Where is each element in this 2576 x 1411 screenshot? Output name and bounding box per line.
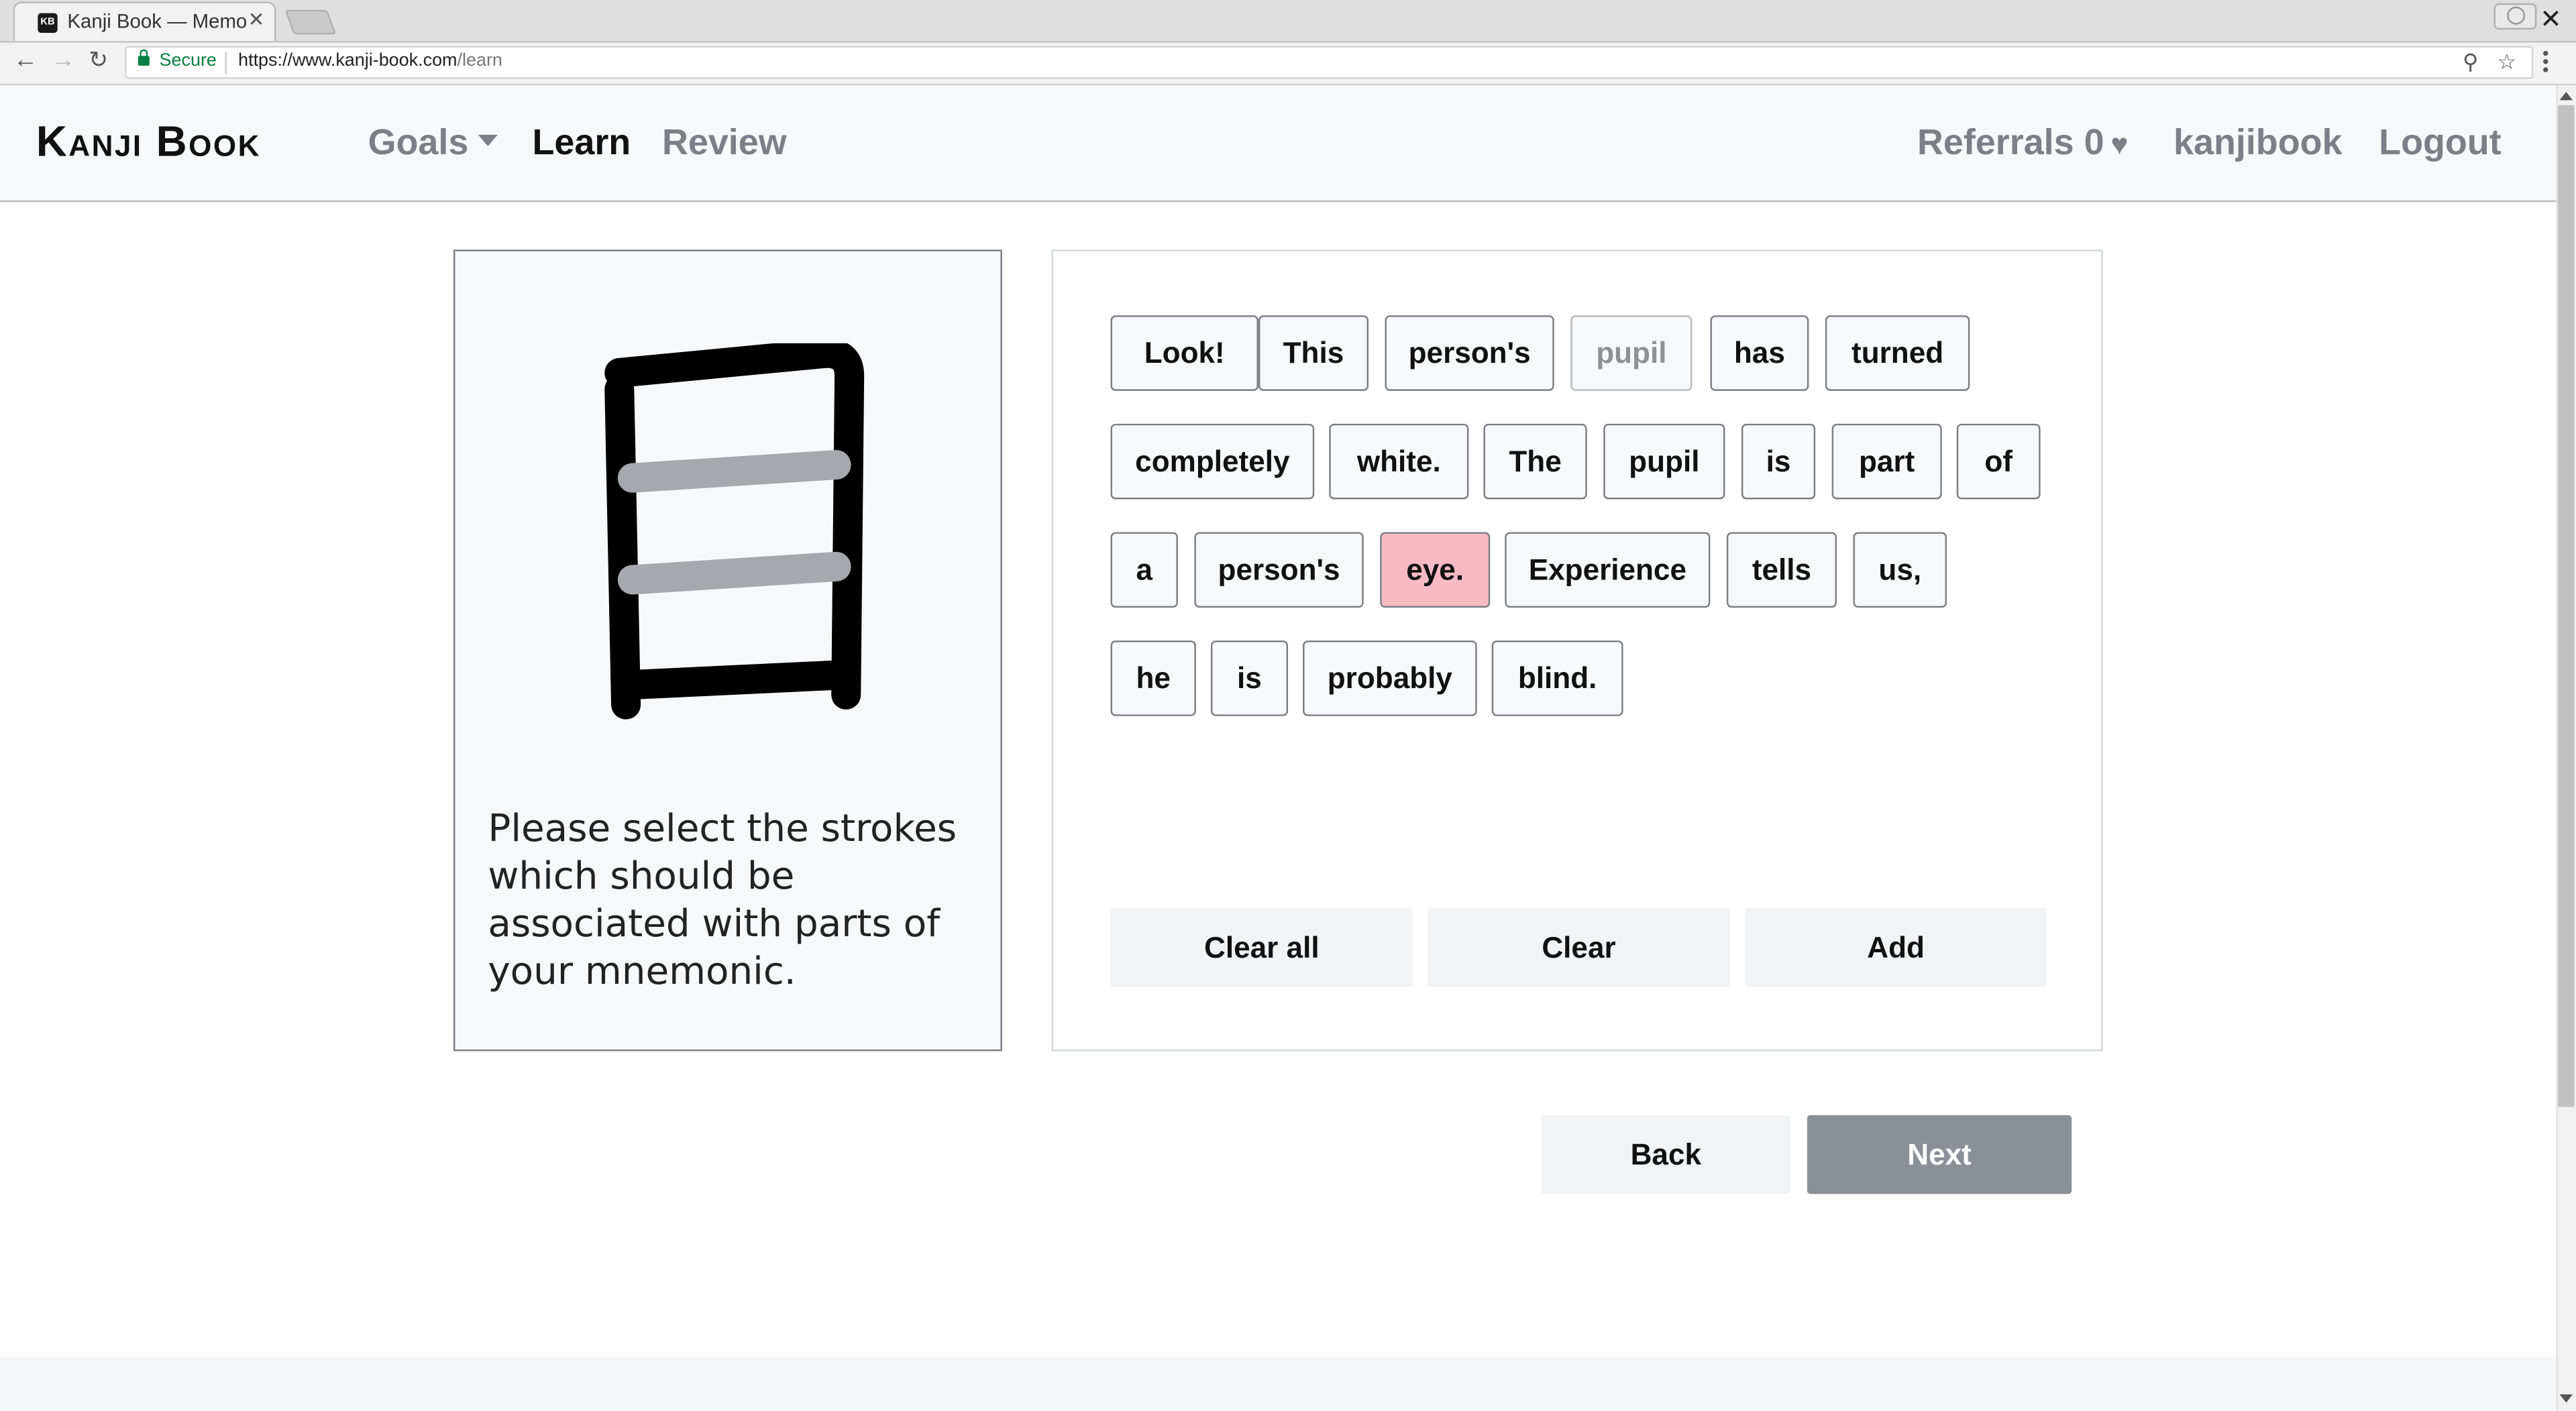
nav-referrals[interactable]: Referrals 0 ♥: [1917, 121, 2129, 164]
stroke-3[interactable]: [617, 450, 851, 493]
zoom-icon[interactable]: ⚲: [2463, 49, 2478, 75]
url-divider: [225, 52, 227, 74]
stroke-2[interactable]: [604, 343, 865, 710]
forward-arrow-icon[interactable]: →: [51, 46, 76, 74]
url-path: /learn: [457, 50, 502, 71]
tab-title: Kanji Book — Memo: [67, 9, 248, 33]
bookmark-star-icon[interactable]: ☆: [2497, 49, 2516, 75]
url-host: https://www.kanji-book.com: [238, 50, 458, 71]
mnemonic-word-chip[interactable]: us,: [1853, 532, 1947, 608]
nav-goals[interactable]: Goals: [368, 121, 498, 164]
favicon-icon: KB: [38, 13, 58, 33]
clear-all-button[interactable]: Clear all: [1110, 908, 1413, 987]
mnemonic-word-chip[interactable]: a: [1110, 532, 1178, 608]
browser-tab[interactable]: KB Kanji Book — Memo ✕: [13, 1, 276, 42]
tab-close-icon[interactable]: ✕: [248, 8, 265, 31]
mnemonic-word-chip[interactable]: eye.: [1380, 532, 1491, 608]
stroke-instruction: Please select the strokes which should b…: [488, 807, 957, 994]
mnemonic-word-chip[interactable]: Experience: [1505, 532, 1711, 608]
mnemonic-word-chip[interactable]: turned: [1825, 315, 1970, 391]
browser-menu-icon[interactable]: [2543, 50, 2548, 74]
back-arrow-icon[interactable]: ←: [13, 46, 38, 74]
mnemonic-word-chip[interactable]: tells: [1726, 532, 1837, 608]
scroll-down-arrow-icon[interactable]: [2559, 1394, 2573, 1403]
page-footer: [0, 1356, 2557, 1411]
scroll-up-arrow-icon[interactable]: [2559, 92, 2573, 101]
kanji-stroke-diagram: [604, 343, 865, 720]
mnemonic-word-chip[interactable]: he: [1110, 640, 1196, 716]
mnemonic-word-chip[interactable]: Look!: [1110, 315, 1258, 391]
window-close-icon[interactable]: ✕: [2540, 3, 2562, 36]
mnemonic-word-chip[interactable]: The: [1483, 423, 1587, 500]
mnemonic-word-chip[interactable]: pupil: [1570, 315, 1693, 391]
stroke-1[interactable]: [604, 374, 641, 720]
nav-review[interactable]: Review: [662, 121, 787, 164]
mnemonic-word-chip[interactable]: of: [1956, 423, 2041, 500]
mnemonic-word-chip[interactable]: completely: [1110, 423, 1315, 500]
mnemonic-word-chip[interactable]: probably: [1303, 640, 1477, 716]
url-text: https://www.kanji-book.com/learn: [238, 51, 502, 70]
clear-button[interactable]: Clear: [1428, 908, 1730, 987]
secure-label: Secure: [159, 50, 217, 71]
chevron-down-icon: [478, 134, 498, 146]
referrals-label: Referrals 0: [1917, 121, 2104, 163]
mnemonic-word-chip[interactable]: pupil: [1603, 423, 1725, 500]
browser-tab-bar: KB Kanji Book — Memo ✕ ✕: [0, 0, 2576, 43]
mnemonic-word-chip[interactable]: person's: [1194, 532, 1364, 608]
nav-goals-label: Goals: [368, 121, 469, 163]
next-button[interactable]: Next: [1807, 1115, 2072, 1194]
mnemonic-word-chip[interactable]: is: [1741, 423, 1816, 500]
mnemonic-word-chip[interactable]: is: [1210, 640, 1289, 716]
mnemonic-word-chip[interactable]: This: [1258, 315, 1369, 391]
new-tab-button[interactable]: [284, 9, 337, 35]
stroke-5[interactable]: [614, 660, 855, 700]
mnemonic-panel: Look! This person's pupil has turned completel…: [1051, 249, 2103, 1052]
mnemonic-word-chip[interactable]: blind.: [1491, 640, 1623, 716]
nav-learn[interactable]: Learn: [532, 121, 631, 164]
nav-username[interactable]: kanjibook: [2174, 121, 2342, 164]
lock-icon: [138, 49, 150, 66]
site-header: Kanji Book Goals Learn Review Referrals …: [0, 85, 2557, 203]
browser-toolbar: ← → ↻ Secure https://www.kanji-book.com/…: [0, 42, 2576, 86]
site-logo[interactable]: Kanji Book: [36, 117, 261, 168]
back-button[interactable]: Back: [1541, 1115, 1791, 1194]
heart-icon: ♥: [2110, 128, 2129, 162]
profile-icon[interactable]: [2493, 3, 2537, 30]
kanji-stroke-panel: Please select the strokes which should b…: [453, 249, 1002, 1052]
add-button[interactable]: Add: [1744, 908, 2047, 987]
stroke-4[interactable]: [617, 551, 851, 595]
mnemonic-word-chip[interactable]: part: [1831, 423, 1942, 500]
nav-logout[interactable]: Logout: [2379, 121, 2502, 164]
mnemonic-word-chip[interactable]: has: [1710, 315, 1809, 391]
address-bar[interactable]: Secure https://www.kanji-book.com/learn …: [125, 46, 2534, 79]
reload-icon[interactable]: ↻: [89, 46, 108, 74]
mnemonic-word-chip[interactable]: person's: [1385, 315, 1554, 391]
scrollbar-thumb[interactable]: [2558, 105, 2575, 1107]
mnemonic-word-chip[interactable]: white.: [1329, 423, 1469, 500]
